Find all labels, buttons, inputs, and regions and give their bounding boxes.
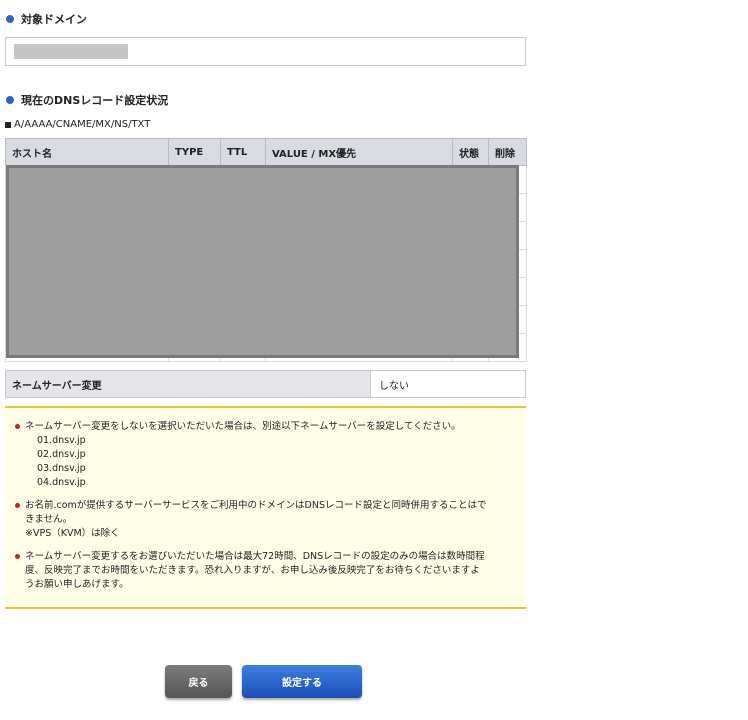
nameserver-3: 03.dnsv.jp xyxy=(37,463,86,474)
domain-display-box xyxy=(5,37,526,66)
submit-button[interactable]: 設定する xyxy=(242,665,362,698)
target-domain-title: 対象ドメイン xyxy=(21,13,87,26)
nameserver-1: 01.dnsv.jp xyxy=(37,435,86,446)
red-bullet-icon xyxy=(15,554,20,559)
target-domain-heading: 対象ドメイン xyxy=(6,11,87,27)
dns-status-heading: 現在のDNSレコード設定状況 xyxy=(6,92,168,108)
notice-text: うお願い申しあげます。 xyxy=(25,579,129,590)
col-host: ホスト名 xyxy=(5,138,169,166)
back-button[interactable]: 戻る xyxy=(165,665,232,698)
notice-text: 度、反映完了までお時間をいただきます。恐れ入りますが、お申し込み後反映完了をお待… xyxy=(25,565,480,576)
redacted-records-block xyxy=(6,165,519,358)
nameserver-4: 04.dnsv.jp xyxy=(37,477,86,488)
notice-item: お名前.comが提供するサーバーサービスをご利用中のドメインはDNSレコード設定… xyxy=(5,499,526,541)
nameserver-change-value: しない xyxy=(379,380,409,392)
col-ttl: TTL xyxy=(220,138,266,166)
col-value: VALUE / MX優先 xyxy=(265,138,453,166)
notice-text: きません。 xyxy=(25,514,73,525)
nameserver-change-label: ネームサーバー変更 xyxy=(6,371,371,397)
col-type: TYPE xyxy=(168,138,221,166)
dns-status-title: 現在のDNSレコード設定状況 xyxy=(21,94,169,107)
bullet-icon xyxy=(6,15,14,23)
square-bullet-icon xyxy=(5,121,11,128)
col-status: 状態 xyxy=(452,138,489,166)
notice-text: ネームサーバー変更をしないを選択いただいた場合は、別途以下ネームサーバーを設定し… xyxy=(25,421,461,432)
redacted-domain xyxy=(14,44,128,59)
red-bullet-icon xyxy=(15,503,20,508)
nameserver-2: 02.dnsv.jp xyxy=(37,449,86,460)
record-types-label: A/AAAA/CNAME/MX/NS/TXT xyxy=(5,119,150,130)
record-types-text: A/AAAA/CNAME/MX/NS/TXT xyxy=(14,119,151,130)
notice-text: ※VPS（KVM）は除く xyxy=(25,528,120,539)
notice-text: ネームサーバー変更するをお選びいただいた場合は最大72時間、DNSレコードの設定… xyxy=(25,551,485,562)
bullet-icon xyxy=(6,96,14,104)
red-bullet-icon xyxy=(15,424,20,429)
notice-box: ネームサーバー変更をしないを選択いただいた場合は、別途以下ネームサーバーを設定し… xyxy=(5,406,526,609)
notice-item: ネームサーバー変更をしないを選択いただいた場合は、別途以下ネームサーバーを設定し… xyxy=(5,420,526,490)
notice-text: お名前.comが提供するサーバーサービスをご利用中のドメインはDNSレコード設定… xyxy=(25,500,487,511)
notice-item: ネームサーバー変更するをお選びいただいた場合は最大72時間、DNSレコードの設定… xyxy=(5,550,526,592)
notice-list: ネームサーバー変更をしないを選択いただいた場合は、別途以下ネームサーバーを設定し… xyxy=(5,420,526,592)
table-header-row: ホスト名 TYPE TTL VALUE / MX優先 状態 削除 xyxy=(5,138,527,166)
col-delete: 削除 xyxy=(488,138,527,166)
nameserver-change-row: ネームサーバー変更 しない xyxy=(5,370,526,398)
